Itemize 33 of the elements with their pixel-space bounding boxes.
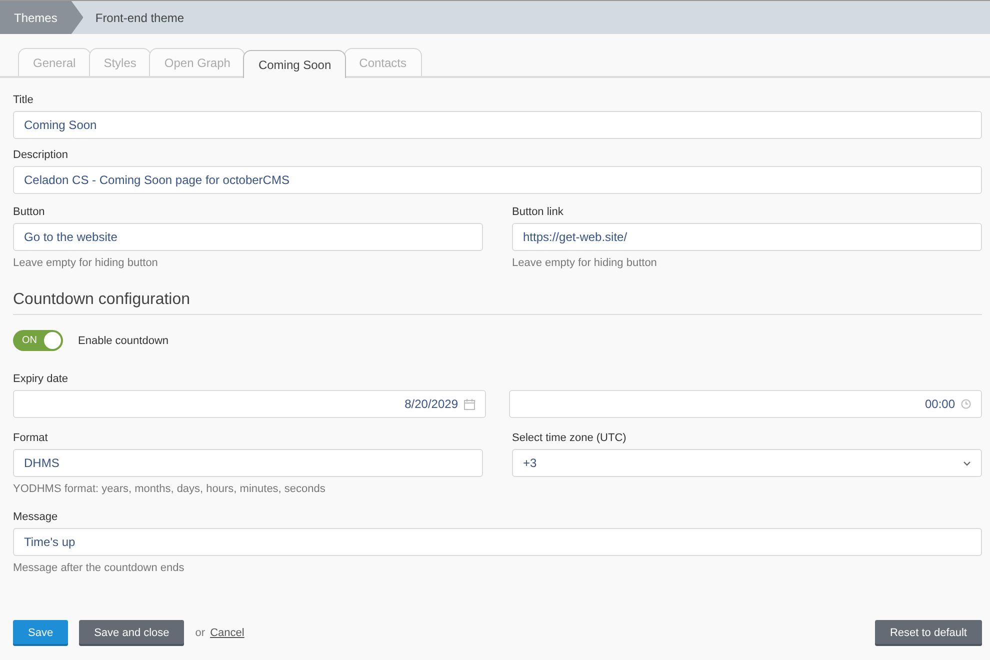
field-label: Expiry date [13, 373, 70, 385]
chevron-down-icon [963, 460, 971, 466]
clock-icon [961, 399, 971, 409]
field-label: Description [13, 149, 70, 161]
input-field[interactable]: Celadon CS - Coming Soon page for octoberCMS [13, 166, 982, 194]
field-label: Button [13, 206, 46, 218]
or-text: or [195, 627, 206, 639]
input-field[interactable]: https://get-web.site/ [512, 223, 982, 251]
input-field[interactable]: Go to the website [13, 223, 483, 251]
save-button[interactable]: Save [13, 620, 68, 646]
field-label: Message [13, 511, 59, 523]
toggle-label: Enable countdown [78, 334, 169, 346]
cancel-link[interactable]: Cancel [210, 627, 244, 639]
help-text: Leave empty for hiding button [512, 257, 658, 269]
field-label: Button link [512, 206, 564, 218]
date-field[interactable]: 8/20/2029 [13, 390, 486, 418]
reset-button[interactable]: Reset to default [874, 620, 982, 646]
calendar-icon [464, 398, 475, 410]
field-label: Select time zone (UTC) [512, 432, 628, 444]
help-text: YODHMS format: years, months, days, hours, minutes, seconds [13, 483, 326, 495]
select-field[interactable]: +3 [512, 449, 982, 477]
save-and-close-button[interactable]: Save and close [79, 620, 184, 646]
help-text: Message after the countdown ends [13, 562, 186, 574]
tab[interactable]: Coming Soon [243, 50, 346, 78]
input-field[interactable]: Coming Soon [13, 111, 982, 139]
field-label: Format [13, 432, 49, 444]
breadcrumb-current: Front-end theme [95, 10, 184, 24]
help-text: Leave empty for hiding button [13, 257, 159, 269]
field-label: Title [13, 94, 34, 106]
section-heading: Countdown configuration [13, 291, 982, 315]
input-field[interactable]: Time's up [13, 528, 982, 556]
time-field[interactable]: 00:00 [509, 390, 982, 418]
input-field[interactable]: DHMS [13, 449, 483, 477]
